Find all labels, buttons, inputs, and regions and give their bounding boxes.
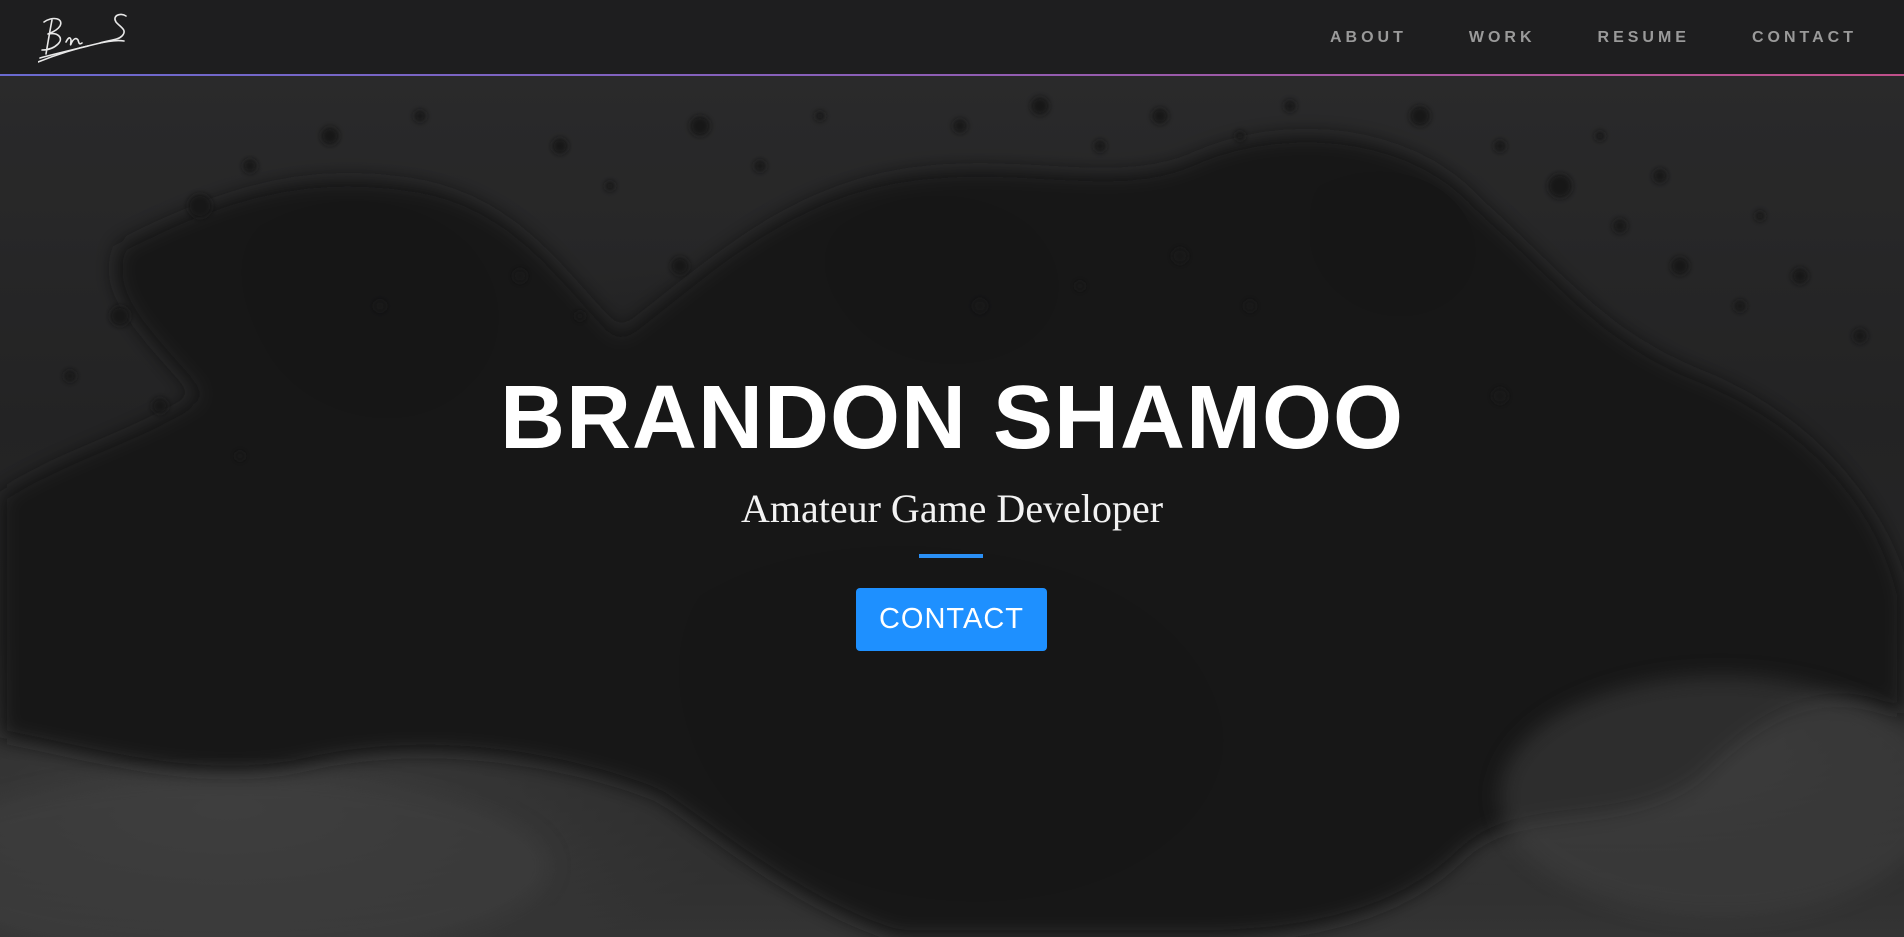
signature-logo[interactable] [37, 10, 134, 68]
hero-subtitle: Amateur Game Developer [740, 486, 1164, 531]
nav-links: ABOUT WORK RESUME CONTACT [1330, 0, 1857, 76]
navbar: ABOUT WORK RESUME CONTACT [0, 0, 1904, 76]
contact-button[interactable]: CONTACT [856, 588, 1047, 651]
hero-divider [919, 554, 983, 558]
hero-title: BRANDON SHAMOO [500, 368, 1404, 468]
hero-section: BRANDON SHAMOO Amateur Game Developer CO… [0, 76, 1904, 937]
hero-content: BRANDON SHAMOO Amateur Game Developer CO… [0, 76, 1904, 937]
nav-gradient-underline [0, 74, 1904, 76]
nav-link-resume[interactable]: RESUME [1598, 29, 1690, 47]
nav-link-work[interactable]: WORK [1469, 29, 1536, 47]
nav-link-contact[interactable]: CONTACT [1752, 29, 1857, 47]
nav-link-about[interactable]: ABOUT [1330, 29, 1407, 47]
signature-logo-graphic [37, 13, 127, 63]
